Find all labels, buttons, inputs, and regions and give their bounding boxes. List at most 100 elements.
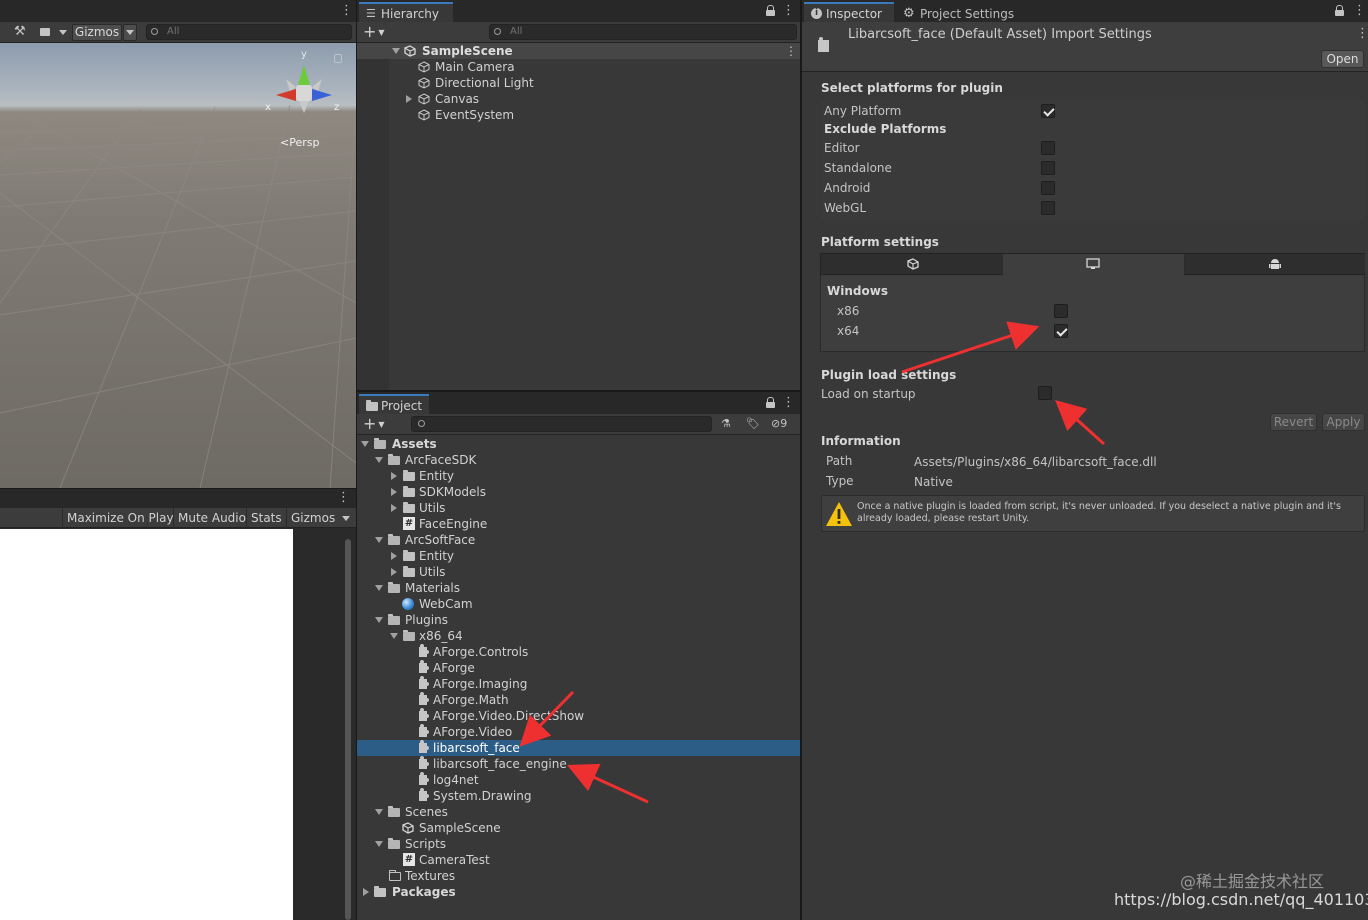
filter-by-type-icon[interactable]: ⚗	[721, 418, 733, 430]
tree-item[interactable]: Scripts	[357, 836, 800, 852]
tree-item-packages[interactable]: Packages	[357, 884, 800, 900]
revert-button[interactable]: Revert	[1270, 413, 1317, 431]
expand-icon[interactable]	[406, 95, 412, 103]
tree-item[interactable]: AForge	[357, 660, 800, 676]
gizmos-dropdown-button[interactable]	[123, 24, 137, 41]
filter-by-label-icon[interactable]: 🏷	[746, 418, 760, 430]
orientation-gizmo[interactable]	[266, 51, 346, 131]
expand-icon[interactable]	[391, 568, 397, 576]
hierarchy-create-button[interactable]: + ▼	[363, 24, 385, 41]
hierarchy-lock-icon[interactable]	[766, 5, 775, 16]
tab-inspector[interactable]: i Inspector	[804, 2, 894, 22]
expand-icon[interactable]	[391, 504, 397, 512]
expand-icon[interactable]	[375, 809, 383, 815]
header-more-icon[interactable]: ⋮	[1356, 26, 1368, 42]
game-viewport[interactable]	[0, 529, 293, 920]
tree-item[interactable]: AForge.Video.DirectShow	[357, 708, 800, 724]
hierarchy-search-input[interactable]: All	[489, 24, 797, 40]
tree-item-assets[interactable]: Assets	[357, 436, 800, 452]
tree-item[interactable]: Scenes	[357, 804, 800, 820]
exclude-standalone-checkbox[interactable]	[1041, 161, 1055, 175]
hierarchy-item[interactable]: EventSystem	[357, 107, 800, 123]
tab-platform-default[interactable]	[821, 254, 1003, 274]
tree-item[interactable]: ArcSoftFace	[357, 532, 800, 548]
open-button[interactable]: Open	[1321, 50, 1364, 68]
tree-item[interactable]: x86_64	[357, 628, 800, 644]
tree-item[interactable]: AForge.Imaging	[357, 676, 800, 692]
tree-item[interactable]: Entity	[357, 548, 800, 564]
inspector-lock-icon[interactable]	[1335, 5, 1344, 16]
tree-item[interactable]: Plugins	[357, 612, 800, 628]
tab-hierarchy[interactable]: ☰ Hierarchy	[359, 2, 453, 22]
tab-platform-android[interactable]	[1185, 254, 1365, 274]
apply-button[interactable]: Apply	[1322, 413, 1365, 431]
tree-item-selected[interactable]: libarcsoft_face	[357, 740, 800, 756]
x86-checkbox[interactable]	[1054, 304, 1068, 318]
tree-item[interactable]: # FaceEngine	[357, 516, 800, 532]
expand-icon[interactable]	[375, 617, 383, 623]
tree-item[interactable]: SampleScene	[357, 820, 800, 836]
camera-dropdown-icon[interactable]	[59, 30, 67, 35]
tab-project-settings[interactable]: ⚙ Project Settings	[896, 2, 1026, 22]
tree-item[interactable]: WebCam	[357, 596, 800, 612]
scene-expand-icon[interactable]	[392, 48, 400, 54]
tree-item[interactable]: AForge.Video	[357, 724, 800, 740]
exclude-editor-checkbox[interactable]	[1041, 141, 1055, 155]
tree-item[interactable]: Textures	[357, 868, 800, 884]
gizmos-button[interactable]: Gizmos	[72, 24, 122, 41]
maximize-on-play-button[interactable]: Maximize On Play	[62, 508, 178, 528]
tree-item[interactable]: libarcsoft_face_engine	[357, 756, 800, 772]
expand-icon[interactable]	[375, 457, 383, 463]
tree-item[interactable]: System.Drawing	[357, 788, 800, 804]
tab-project[interactable]: Project	[359, 394, 429, 414]
gizmo-lock-icon[interactable]	[334, 54, 342, 63]
expand-icon[interactable]	[375, 537, 383, 543]
game-gizmos-button[interactable]: Gizmos	[286, 508, 339, 528]
hidden-packages-icon[interactable]: ⊘9	[771, 417, 797, 431]
x64-checkbox[interactable]	[1054, 324, 1068, 338]
expand-icon[interactable]	[363, 888, 369, 896]
tab-platform-standalone[interactable]	[1003, 254, 1184, 275]
project-search-input[interactable]	[411, 416, 712, 432]
mute-audio-button[interactable]: Mute Audio	[173, 508, 250, 528]
persp-label[interactable]: <Persp	[280, 135, 319, 151]
tree-item[interactable]: SDKModels	[357, 484, 800, 500]
game-gizmos-dropdown-icon[interactable]	[342, 516, 350, 521]
hierarchy-more-icon[interactable]: ⋮	[782, 3, 795, 19]
tree-item[interactable]: Utils	[357, 564, 800, 580]
hierarchy-scene-row[interactable]: SampleScene ⋮	[357, 43, 800, 59]
tree-item[interactable]: Materials	[357, 580, 800, 596]
expand-icon[interactable]	[361, 441, 369, 447]
inspector-more-icon[interactable]: ⋮	[1353, 3, 1366, 19]
hierarchy-item[interactable]: Main Camera	[357, 59, 800, 75]
expand-icon[interactable]	[391, 488, 397, 496]
expand-icon[interactable]	[391, 472, 397, 480]
expand-icon[interactable]	[375, 585, 383, 591]
hierarchy-item[interactable]: Canvas	[357, 91, 800, 107]
scene-viewport[interactable]: y x z <Persp	[0, 43, 356, 488]
tools-icon[interactable]: ⚒	[14, 24, 30, 40]
game-scrollbar[interactable]	[345, 539, 351, 920]
stats-button[interactable]: Stats	[246, 508, 286, 528]
scene-more-icon[interactable]: ⋮	[785, 43, 797, 59]
scene-more-icon[interactable]: ⋮	[340, 3, 353, 19]
expand-icon[interactable]	[391, 552, 397, 560]
tree-item[interactable]: AForge.Math	[357, 692, 800, 708]
tree-item[interactable]: AForge.Controls	[357, 644, 800, 660]
project-lock-icon[interactable]	[766, 397, 775, 408]
exclude-android-checkbox[interactable]	[1041, 181, 1055, 195]
any-platform-checkbox[interactable]	[1041, 104, 1055, 118]
exclude-webgl-checkbox[interactable]	[1041, 201, 1055, 215]
tree-item[interactable]: log4net	[357, 772, 800, 788]
tree-item[interactable]: # CameraTest	[357, 852, 800, 868]
expand-icon[interactable]	[390, 633, 398, 639]
load-on-startup-checkbox[interactable]	[1038, 386, 1052, 400]
project-create-button[interactable]: + ▼	[363, 416, 385, 433]
hierarchy-item[interactable]: Directional Light	[357, 75, 800, 91]
tree-item[interactable]: Utils	[357, 500, 800, 516]
scene-search-input[interactable]: All	[146, 24, 352, 40]
camera-icon[interactable]	[40, 28, 50, 36]
tree-item[interactable]: ArcFaceSDK	[357, 452, 800, 468]
project-more-icon[interactable]: ⋮	[782, 395, 795, 411]
tree-item[interactable]: Entity	[357, 468, 800, 484]
